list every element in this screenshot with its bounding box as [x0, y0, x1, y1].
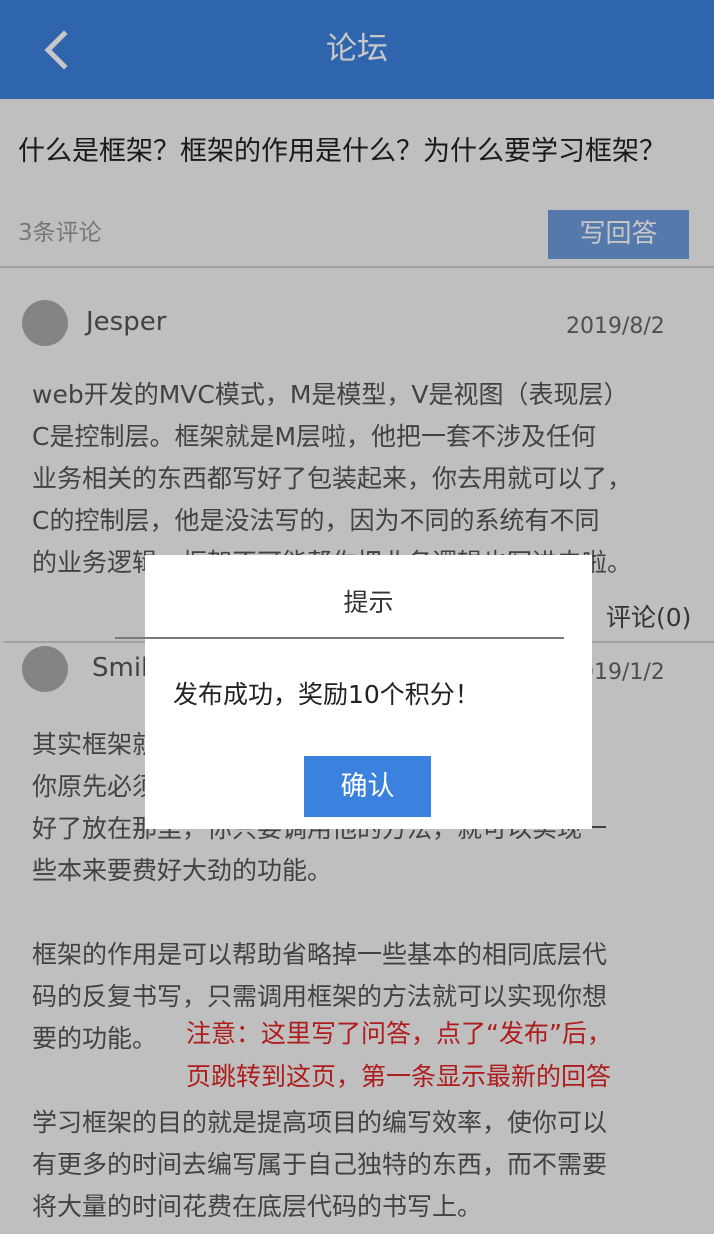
alert-dialog: 提示 发布成功，奖励10个积分！ 确认 — [115, 555, 592, 829]
confirm-button[interactable]: 确认 — [304, 756, 431, 817]
dialog-divider — [115, 637, 564, 639]
dialog-message: 发布成功，奖励10个积分！ — [173, 680, 480, 709]
dialog-title: 提示 — [343, 588, 394, 617]
